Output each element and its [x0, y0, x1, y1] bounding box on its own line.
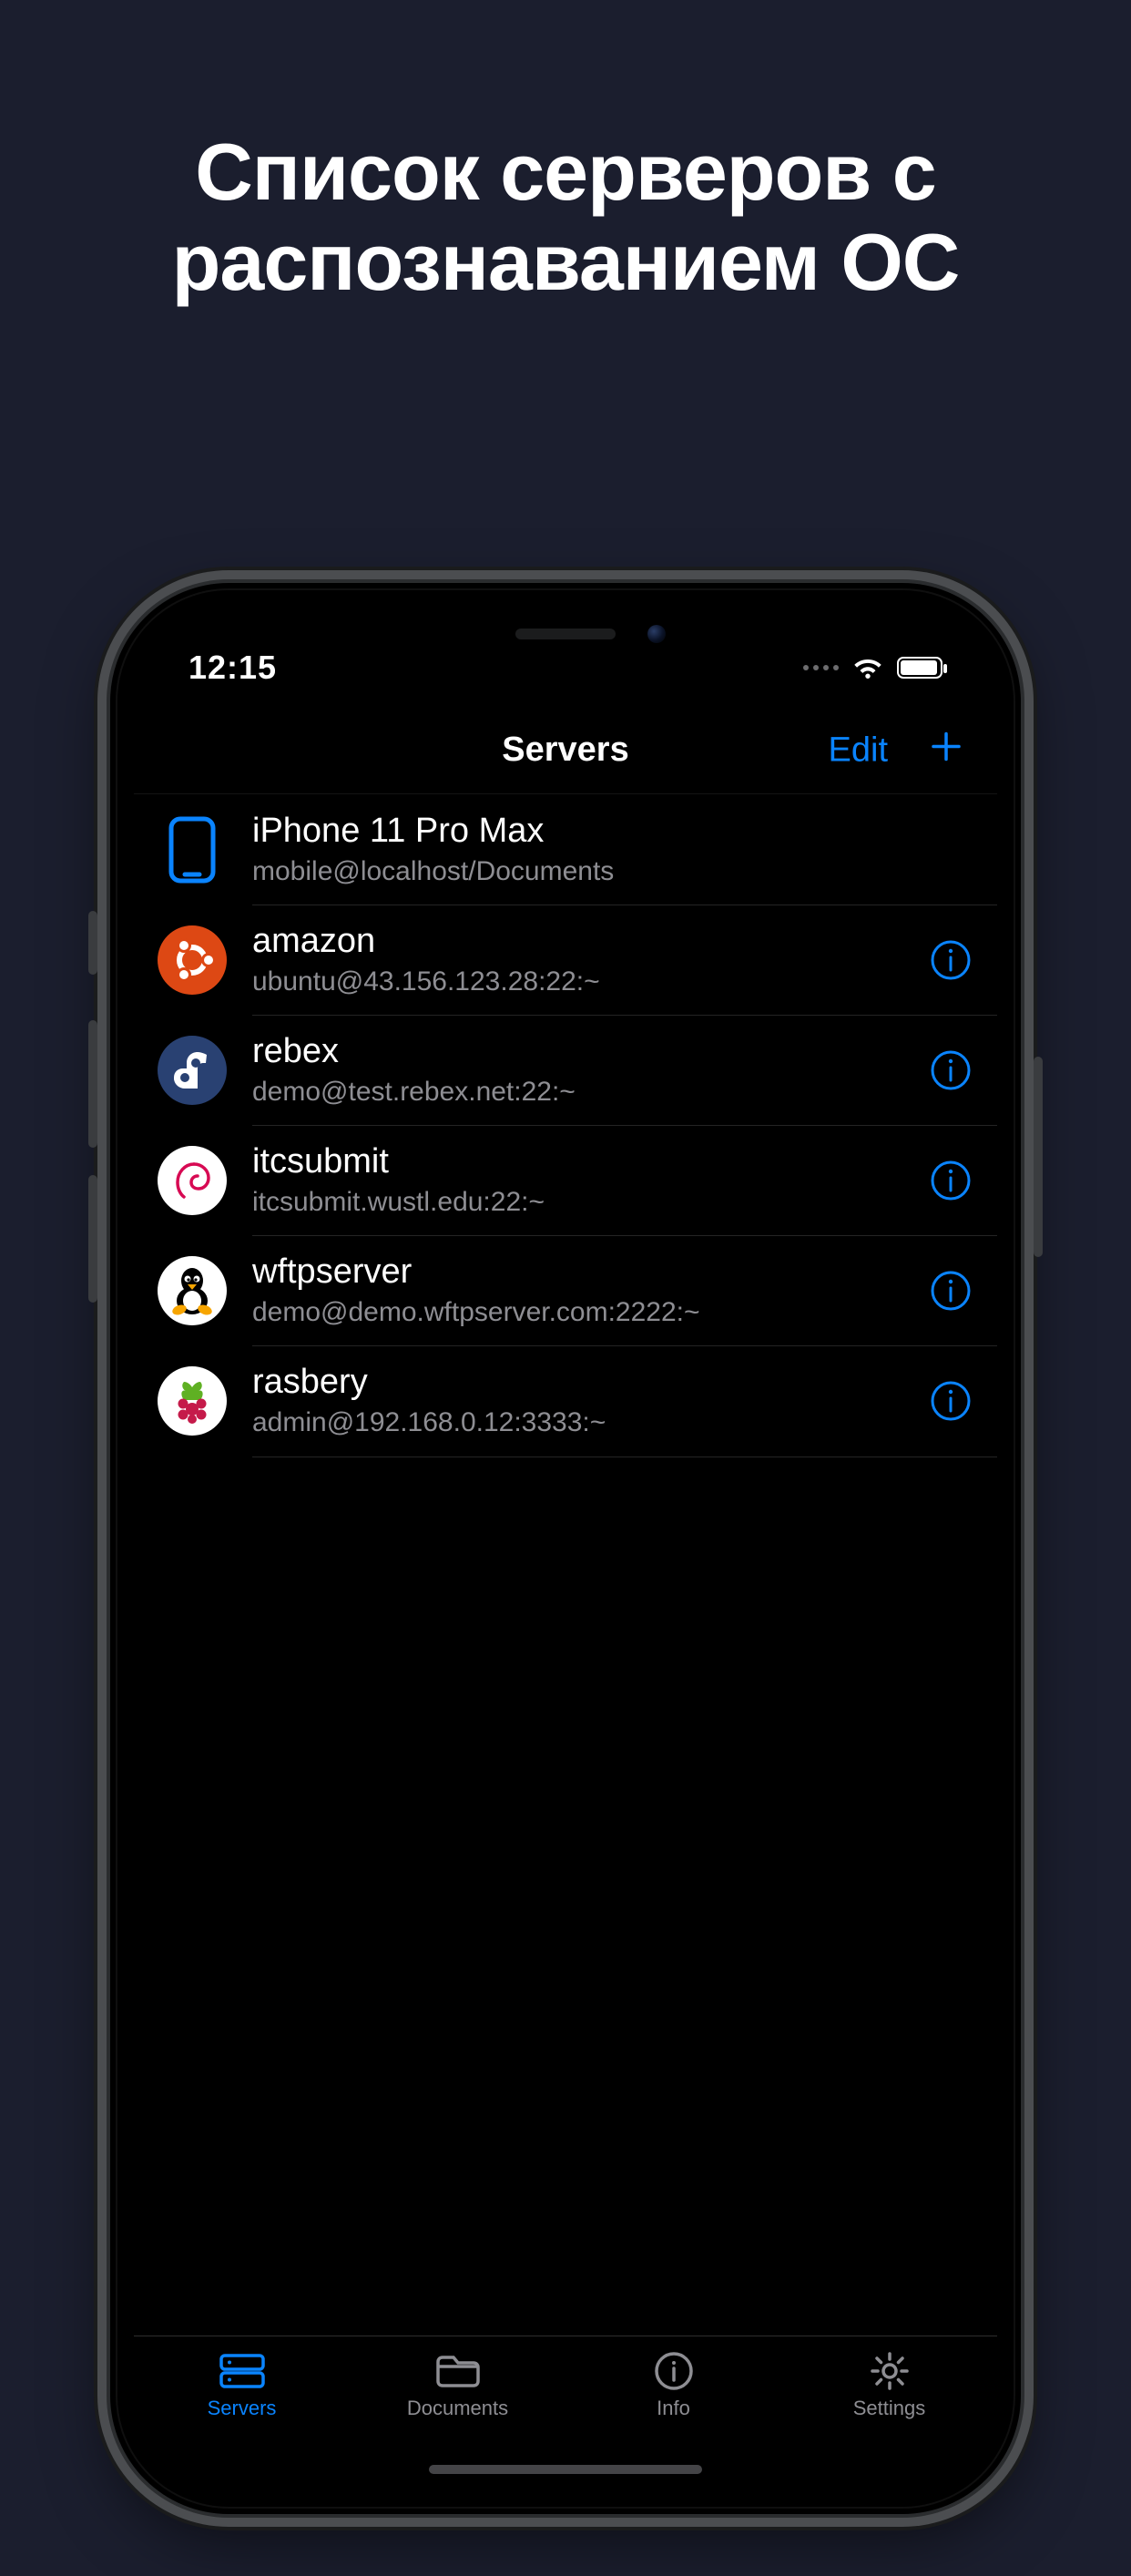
marketing-headline: Список серверов с распознаванием ОС: [0, 128, 1131, 307]
server-detail: ubuntu@43.156.123.28:22:~: [252, 965, 928, 999]
tab-label: Info: [657, 2397, 690, 2420]
server-name: wftpserver: [252, 1252, 928, 1293]
ubuntu-icon: [158, 925, 227, 995]
status-time: 12:15: [188, 649, 277, 687]
tab-settings[interactable]: Settings: [781, 2351, 997, 2420]
cellular-icon: [803, 665, 839, 670]
power-button: [1034, 1057, 1043, 1257]
tab-servers[interactable]: Servers: [134, 2351, 350, 2420]
tab-documents[interactable]: Documents: [350, 2351, 566, 2420]
server-detail: admin@192.168.0.12:3333:~: [252, 1406, 928, 1440]
wifi-icon: [851, 656, 884, 680]
server-row[interactable]: wftpserver demo@demo.wftpserver.com:2222…: [134, 1235, 997, 1345]
server-info-button[interactable]: [928, 1268, 973, 1314]
server-row[interactable]: rebex demo@test.rebex.net:22:~: [134, 1015, 997, 1125]
gear-icon: [865, 2351, 914, 2391]
server-info-button[interactable]: [928, 1048, 973, 1093]
volume-up-button: [88, 1020, 97, 1148]
folder-icon: [433, 2351, 483, 2391]
tab-label: Servers: [208, 2397, 277, 2420]
server-name: itcsubmit: [252, 1141, 928, 1183]
debian-icon: [158, 1146, 227, 1215]
nav-bar: Servers Edit: [134, 707, 997, 794]
edit-button[interactable]: Edit: [829, 731, 888, 770]
screen: 12:15 Servers Edit: [134, 607, 997, 2490]
server-detail: demo@demo.wftpserver.com:2222:~: [252, 1295, 928, 1330]
server-row[interactable]: itcsubmit itcsubmit.wustl.edu:22:~: [134, 1125, 997, 1235]
mute-switch: [88, 911, 97, 975]
server-name: rasbery: [252, 1362, 928, 1404]
server-detail: mobile@localhost/Documents: [252, 854, 973, 889]
server-info-button[interactable]: [928, 937, 973, 983]
server-row[interactable]: rasbery admin@192.168.0.12:3333:~: [134, 1345, 997, 1456]
battery-icon: [897, 657, 942, 679]
volume-down-button: [88, 1175, 97, 1303]
tab-label: Documents: [407, 2397, 508, 2420]
add-server-button[interactable]: [928, 725, 964, 775]
info-icon: [649, 2351, 698, 2391]
server-info-button[interactable]: [928, 1158, 973, 1203]
server-info-button[interactable]: [928, 1378, 973, 1424]
iphone-icon: [158, 815, 227, 884]
server-list: iPhone 11 Pro Max mobile@localhost/Docum…: [134, 794, 997, 1457]
server-row[interactable]: amazon ubuntu@43.156.123.28:22:~: [134, 905, 997, 1015]
server-name: rebex: [252, 1031, 928, 1073]
linux-icon: [158, 1256, 227, 1325]
server-name: amazon: [252, 921, 928, 963]
server-detail: itcsubmit.wustl.edu:22:~: [252, 1185, 928, 1220]
fedora-icon: [158, 1036, 227, 1105]
phone-frame: 12:15 Servers Edit: [110, 583, 1021, 2514]
server-detail: demo@test.rebex.net:22:~: [252, 1075, 928, 1109]
server-name: iPhone 11 Pro Max: [252, 811, 973, 853]
tab-label: Settings: [853, 2397, 926, 2420]
home-indicator[interactable]: [429, 2465, 702, 2474]
notch: [370, 607, 761, 665]
servers-icon: [218, 2351, 267, 2391]
raspberry-pi-icon: [158, 1366, 227, 1436]
tab-info[interactable]: Info: [566, 2351, 781, 2420]
server-row-local[interactable]: iPhone 11 Pro Max mobile@localhost/Docum…: [134, 794, 997, 905]
page-title: Servers: [502, 731, 628, 770]
